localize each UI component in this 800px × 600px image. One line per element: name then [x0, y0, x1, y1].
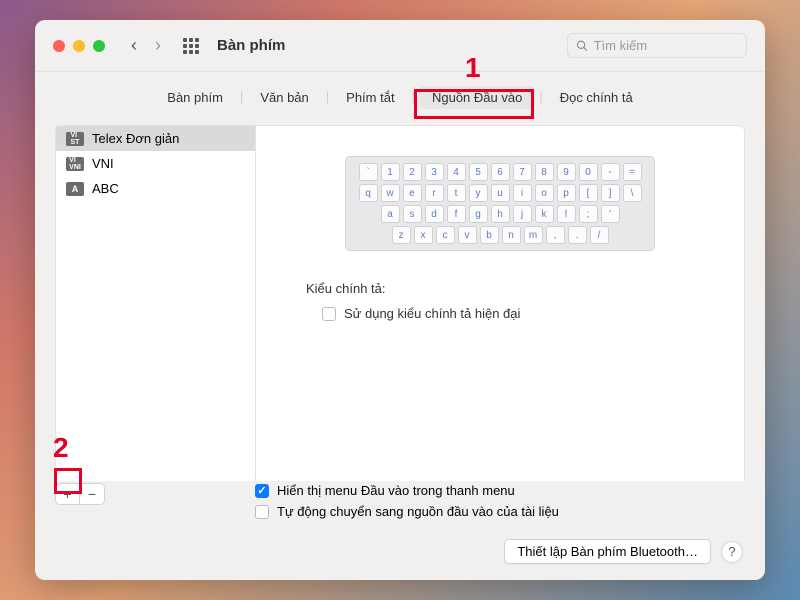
key-0: 0	[579, 163, 598, 181]
back-button[interactable]: ‹	[131, 35, 137, 56]
key-': '	[601, 205, 620, 223]
search-input[interactable]	[594, 38, 738, 53]
key-b: b	[480, 226, 499, 244]
key-.: .	[568, 226, 587, 244]
key-x: x	[414, 226, 433, 244]
all-prefs-icon[interactable]	[183, 38, 199, 54]
spelling-style-label: Kiểu chính tả:	[306, 281, 724, 296]
tab-shortcuts[interactable]: Phím tắt	[333, 86, 407, 109]
key-[: [	[579, 184, 598, 202]
search-icon	[576, 39, 588, 52]
fullscreen-window-button[interactable]	[93, 40, 105, 52]
key-t: t	[447, 184, 466, 202]
key-p: p	[557, 184, 576, 202]
source-badge-icon: A	[66, 182, 84, 196]
add-source-button[interactable]: +	[56, 484, 80, 504]
key-j: j	[513, 205, 532, 223]
bluetooth-keyboard-button[interactable]: Thiết lập Bàn phím Bluetooth…	[504, 539, 711, 564]
minimize-window-button[interactable]	[73, 40, 85, 52]
modern-spelling-label: Sử dụng kiểu chính tả hiện đại	[344, 306, 520, 321]
source-item-telex[interactable]: VIST Telex Đơn giản	[56, 126, 255, 151]
key-a: a	[381, 205, 400, 223]
tab-dictation[interactable]: Đọc chính tả	[547, 86, 646, 109]
source-label: Telex Đơn giản	[92, 131, 179, 146]
auto-switch-label: Tự động chuyển sang nguồn đầu vào của tà…	[277, 504, 559, 519]
key-d: d	[425, 205, 444, 223]
key-9: 9	[557, 163, 576, 181]
key-5: 5	[469, 163, 488, 181]
key-h: h	[491, 205, 510, 223]
forward-button[interactable]: ›	[155, 35, 161, 56]
modern-spelling-checkbox[interactable]	[322, 307, 336, 321]
source-label: ABC	[92, 181, 119, 196]
key-m: m	[524, 226, 543, 244]
titlebar: ‹ › Bàn phím	[35, 20, 765, 72]
key-i: i	[513, 184, 532, 202]
tab-keyboard[interactable]: Bàn phím	[154, 86, 236, 109]
key-e: e	[403, 184, 422, 202]
source-item-vni[interactable]: VIVNI VNI	[56, 151, 255, 176]
key-/: /	[590, 226, 609, 244]
nav-arrows: ‹ ›	[131, 35, 161, 56]
key-l: l	[557, 205, 576, 223]
key-q: q	[359, 184, 378, 202]
source-badge-icon: VIST	[66, 132, 84, 146]
tab-bar: Bàn phím | Văn bản | Phím tắt | Nguồn Đầ…	[35, 72, 765, 117]
key-s: s	[403, 205, 422, 223]
key-2: 2	[403, 163, 422, 181]
source-detail-panel: `1234567890-= qwertyuiop[]\ asdfghjkl;' zxc…	[255, 125, 745, 481]
content-area: VIST Telex Đơn giản VIVNI VNI A ABC `123…	[35, 117, 765, 481]
source-badge-icon: VIVNI	[66, 157, 84, 171]
tab-input-sources[interactable]: Nguồn Đầu vào	[419, 86, 535, 109]
show-input-menu-label: Hiển thị menu Đầu vào trong thanh menu	[277, 483, 515, 498]
preferences-window: ‹ › Bàn phím Bàn phím | Văn bản | Phím t…	[35, 20, 765, 580]
show-input-menu-checkbox[interactable]	[255, 484, 269, 498]
key-6: 6	[491, 163, 510, 181]
key-=: =	[623, 163, 642, 181]
keyboard-preview: `1234567890-= qwertyuiop[]\ asdfghjkl;' zxc…	[345, 156, 655, 251]
key-f: f	[447, 205, 466, 223]
bottom-row: + − Hiển thị menu Đầu vào trong thanh me…	[35, 481, 765, 525]
tab-text[interactable]: Văn bản	[247, 86, 321, 109]
key-3: 3	[425, 163, 444, 181]
remove-source-button[interactable]: −	[80, 484, 104, 504]
traffic-lights	[53, 40, 105, 52]
key-1: 1	[381, 163, 400, 181]
key-c: c	[436, 226, 455, 244]
auto-switch-checkbox[interactable]	[255, 505, 269, 519]
key-;: ;	[579, 205, 598, 223]
key-\: \	[623, 184, 642, 202]
key-7: 7	[513, 163, 532, 181]
key-`: `	[359, 163, 378, 181]
footer: Thiết lập Bàn phím Bluetooth… ?	[35, 525, 765, 580]
key-o: o	[535, 184, 554, 202]
key-]: ]	[601, 184, 620, 202]
input-source-list: VIST Telex Đơn giản VIVNI VNI A ABC	[55, 125, 255, 481]
key-4: 4	[447, 163, 466, 181]
key-y: y	[469, 184, 488, 202]
source-label: VNI	[92, 156, 114, 171]
key-u: u	[491, 184, 510, 202]
key-v: v	[458, 226, 477, 244]
window-title: Bàn phím	[217, 37, 285, 54]
search-field-wrap[interactable]	[567, 33, 747, 58]
key-w: w	[381, 184, 400, 202]
source-item-abc[interactable]: A ABC	[56, 176, 255, 201]
close-window-button[interactable]	[53, 40, 65, 52]
key-,: ,	[546, 226, 565, 244]
key-z: z	[392, 226, 411, 244]
key-k: k	[535, 205, 554, 223]
key-n: n	[502, 226, 521, 244]
key--: -	[601, 163, 620, 181]
help-button[interactable]: ?	[721, 541, 743, 563]
key-8: 8	[535, 163, 554, 181]
key-r: r	[425, 184, 444, 202]
key-g: g	[469, 205, 488, 223]
add-remove-control: + −	[55, 483, 105, 505]
